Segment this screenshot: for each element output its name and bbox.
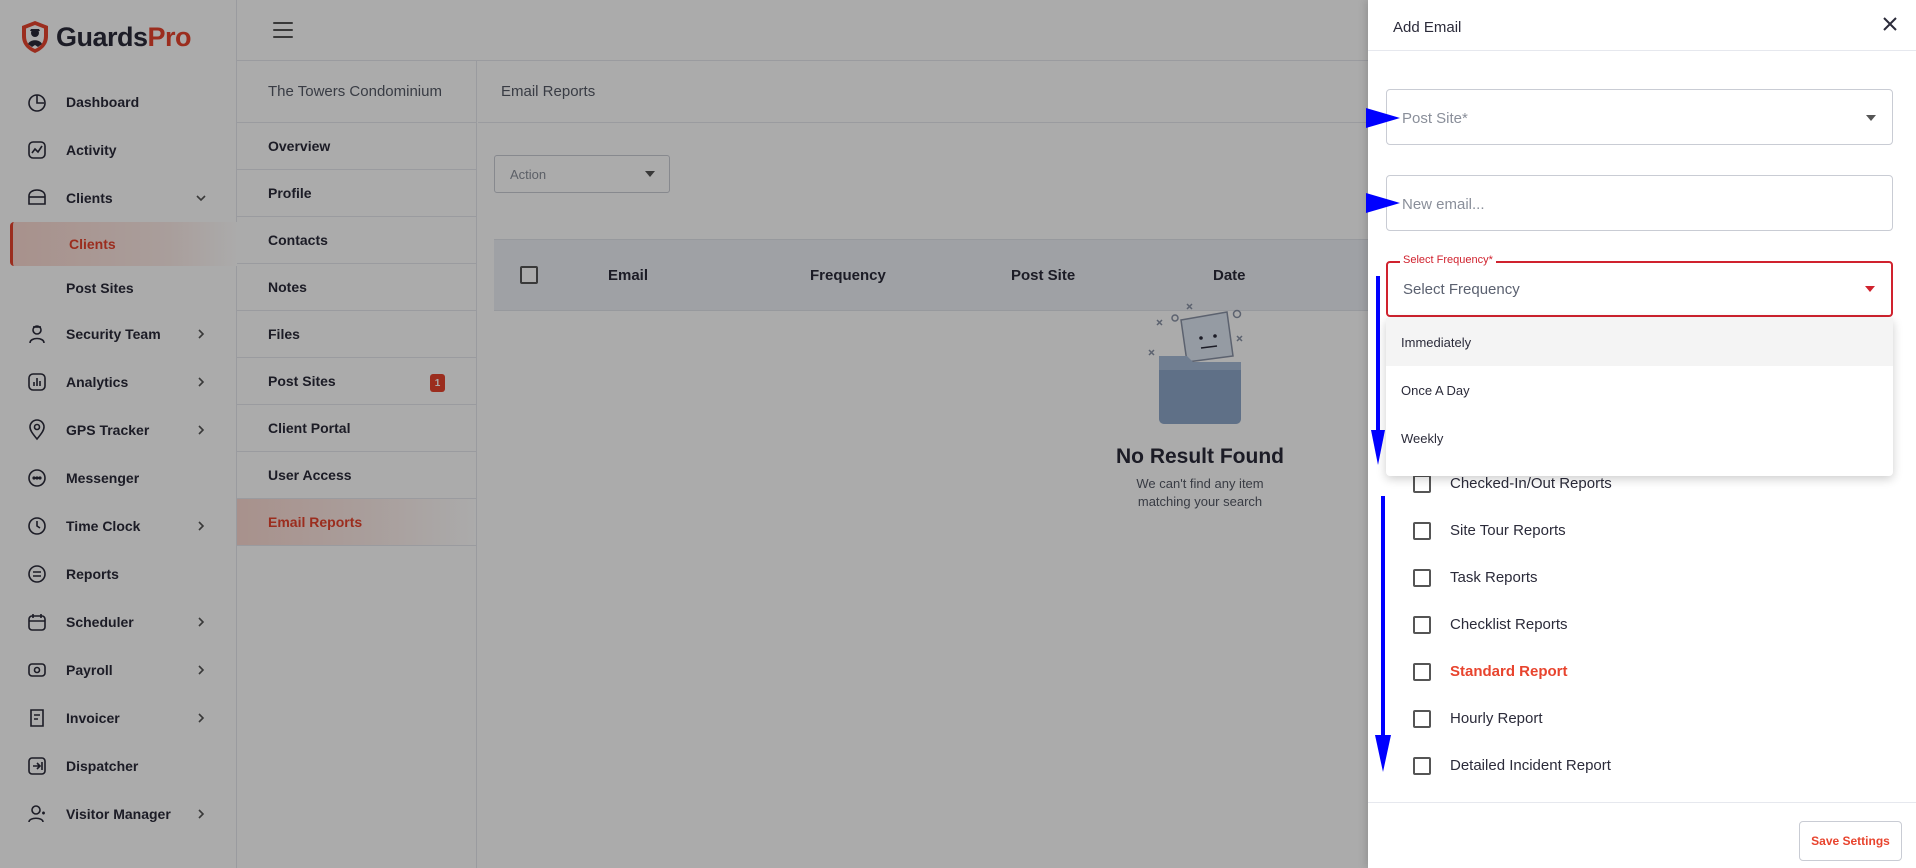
report-checkbox[interactable] — [1413, 709, 1431, 728]
drawer-header: Add Email — [1368, 0, 1916, 51]
report-option-site-tour[interactable]: Site Tour Reports — [1413, 507, 1612, 554]
frequency-dropdown-menu: Immediately Once A Day Weekly — [1386, 318, 1893, 476]
frequency-option-once-a-day[interactable]: Once A Day — [1386, 366, 1893, 414]
caret-down-icon — [1866, 115, 1876, 121]
close-icon[interactable] — [1880, 14, 1900, 34]
add-email-drawer: Add Email Post Site* New email... Select… — [1368, 0, 1916, 868]
report-checkbox[interactable] — [1413, 568, 1431, 587]
report-option-label: Checklist Reports — [1450, 616, 1568, 633]
post-site-placeholder: Post Site* — [1402, 110, 1468, 127]
drawer-footer: Save Settings — [1368, 802, 1916, 868]
modal-backdrop[interactable] — [0, 0, 1368, 868]
report-checkbox[interactable] — [1413, 474, 1431, 493]
report-checkbox[interactable] — [1413, 615, 1431, 634]
report-checkbox[interactable] — [1413, 662, 1431, 681]
report-option-hourly[interactable]: Hourly Report — [1413, 695, 1612, 742]
new-email-field[interactable]: New email... — [1386, 175, 1893, 231]
new-email-placeholder: New email... — [1402, 196, 1485, 213]
save-settings-button[interactable]: Save Settings — [1799, 821, 1902, 861]
frequency-option-immediately[interactable]: Immediately — [1386, 318, 1893, 366]
report-checkbox[interactable] — [1413, 756, 1431, 775]
report-option-standard[interactable]: Standard Report — [1413, 648, 1612, 695]
frequency-label: Select Frequency* — [1400, 254, 1496, 266]
report-option-label: Checked-In/Out Reports — [1450, 475, 1612, 492]
frequency-option-weekly[interactable]: Weekly — [1386, 414, 1893, 462]
report-type-list: Checked-In/Out Reports Site Tour Reports… — [1413, 460, 1612, 789]
report-option-task[interactable]: Task Reports — [1413, 554, 1612, 601]
report-option-label: Task Reports — [1450, 569, 1538, 586]
report-option-label: Detailed Incident Report — [1450, 757, 1611, 774]
frequency-select[interactable]: Select Frequency* Select Frequency — [1386, 254, 1893, 317]
post-site-select[interactable]: Post Site* — [1386, 89, 1893, 145]
report-option-checklist[interactable]: Checklist Reports — [1413, 601, 1612, 648]
drawer-title: Add Email — [1393, 19, 1462, 36]
report-option-label: Hourly Report — [1450, 710, 1543, 727]
frequency-placeholder: Select Frequency — [1403, 281, 1520, 298]
report-option-label: Site Tour Reports — [1450, 522, 1566, 539]
report-option-detailed-incident[interactable]: Detailed Incident Report — [1413, 742, 1612, 789]
caret-down-icon — [1865, 286, 1875, 292]
report-checkbox[interactable] — [1413, 521, 1431, 540]
report-option-label: Standard Report — [1450, 663, 1568, 680]
